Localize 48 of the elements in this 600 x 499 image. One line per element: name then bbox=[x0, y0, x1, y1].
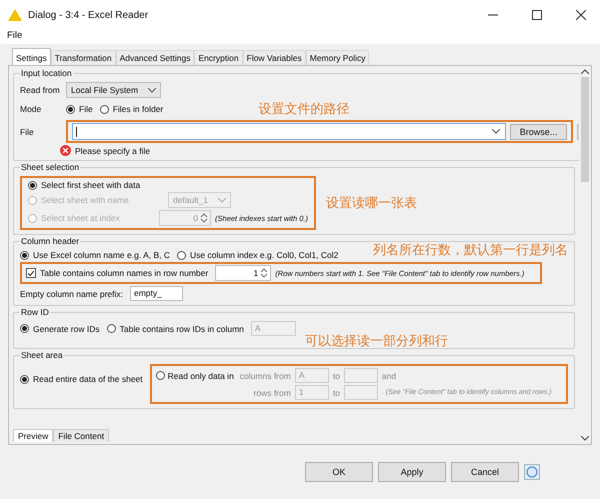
section-title: Sheet selection bbox=[20, 162, 80, 172]
option-label: Use column index e.g. Col0, Col1, Col2 bbox=[190, 250, 338, 260]
tab[interactable]: Encryption bbox=[194, 50, 243, 65]
field-label: Empty column name prefix: bbox=[20, 288, 123, 298]
annotation-text: 可以选择读一部分列和行 bbox=[305, 333, 448, 350]
section-title: Row ID bbox=[20, 307, 50, 317]
option-label: Files in folder bbox=[112, 104, 164, 114]
field-label: columns from bbox=[240, 370, 291, 380]
option-label: Select sheet at index bbox=[41, 213, 121, 223]
tab[interactable]: Flow Variables bbox=[242, 50, 306, 65]
annotation-text: 列名所在行数，默认第一行是列名 bbox=[373, 242, 568, 259]
window-title: Dialog - 3:4 - Excel Reader bbox=[28, 10, 148, 20]
dialog-button[interactable]: Apply bbox=[378, 462, 446, 482]
section-title: Input location bbox=[20, 68, 73, 78]
field-label: and bbox=[382, 370, 398, 380]
option-label: Use Excel column name e.g. A, B, C bbox=[33, 250, 170, 260]
tab[interactable]: Memory Policy bbox=[306, 50, 370, 65]
prefix-input[interactable]: empty_ bbox=[130, 286, 183, 301]
field-label: Mode bbox=[20, 104, 42, 114]
option-label: Generate row IDs bbox=[33, 324, 100, 334]
option-label: Read only data in bbox=[168, 370, 234, 380]
field-label: Read from bbox=[20, 85, 61, 95]
field-label: to bbox=[332, 370, 340, 380]
tab[interactable]: File Content bbox=[53, 429, 110, 442]
checkbox-label: Table contains column names in row number bbox=[40, 268, 208, 278]
tab[interactable]: Preview bbox=[13, 429, 54, 442]
menu-item[interactable]: File bbox=[7, 30, 22, 41]
option-label: Read entire data of the sheet bbox=[33, 374, 143, 384]
option-label: File bbox=[79, 104, 93, 114]
field-label: File bbox=[20, 126, 35, 136]
option-label: Table contains row IDs in column bbox=[120, 324, 244, 334]
dialog-button[interactable]: OK bbox=[305, 462, 373, 482]
option-label: Select first sheet with data bbox=[41, 180, 142, 190]
annotation-text: 设置读哪一张表 bbox=[326, 195, 417, 212]
tab[interactable]: Settings bbox=[12, 48, 51, 65]
tab[interactable]: Advanced Settings bbox=[116, 50, 194, 65]
row-number-spinner[interactable]: 1 bbox=[215, 265, 272, 281]
dropdown[interactable]: Local File System bbox=[66, 82, 162, 98]
annotation-text: 设置文件的路径 bbox=[258, 101, 350, 118]
field-label: rows from bbox=[254, 388, 291, 398]
dialog-button[interactable]: Cancel bbox=[451, 462, 519, 482]
section-title: Column header bbox=[20, 236, 80, 246]
error-message: Please specify a file bbox=[75, 146, 150, 156]
field-label: to bbox=[332, 388, 340, 398]
tab[interactable]: Transformation bbox=[50, 50, 116, 65]
browse-button[interactable]: Browse... bbox=[510, 124, 567, 140]
section-title: Sheet area bbox=[20, 350, 64, 360]
option-label: Select sheet with name bbox=[41, 195, 130, 205]
